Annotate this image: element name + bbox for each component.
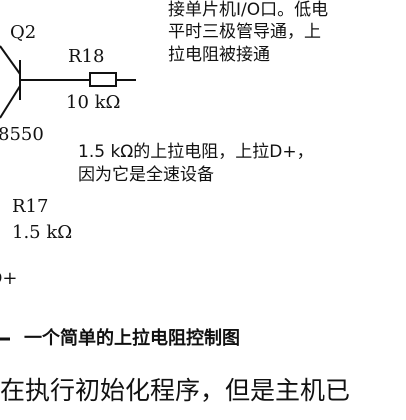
middle-note-line-2: 因为它是全速设备	[78, 165, 214, 185]
resistor-r18-symbol	[89, 72, 117, 87]
transistor-emitter-line	[0, 85, 21, 119]
top-note-line-3: 拉电阻被接通	[168, 45, 270, 65]
resistor-r18-value: 10 kΩ	[66, 92, 121, 113]
transistor-collector-line	[0, 45, 21, 75]
resistor-r17-value: 1.5 kΩ	[12, 222, 73, 243]
top-note-line-1: 接单片机I/O口。低电	[168, 0, 329, 20]
resistor-r17-label: R17	[12, 196, 49, 217]
resistor-r18-label: R18	[68, 46, 105, 67]
middle-note-line-1: 1.5 kΩ的上拉电阻，上拉D+，	[78, 142, 314, 162]
dplus-fragment-label: D+	[0, 268, 18, 289]
transistor-label: Q2	[10, 22, 37, 43]
body-partial-line: 在执行初始化程序，但是主机已	[0, 376, 351, 405]
top-note-line-2: 平时三极管导通，上	[168, 22, 321, 42]
transistor-part-label: 8550	[0, 124, 44, 145]
figure-caption: 一个简单的上拉电阻控制图	[24, 328, 240, 349]
page: Q2 8550 R18 10 kΩ R17 1.5 kΩ D+ 接单片机I/O口…	[0, 0, 406, 420]
